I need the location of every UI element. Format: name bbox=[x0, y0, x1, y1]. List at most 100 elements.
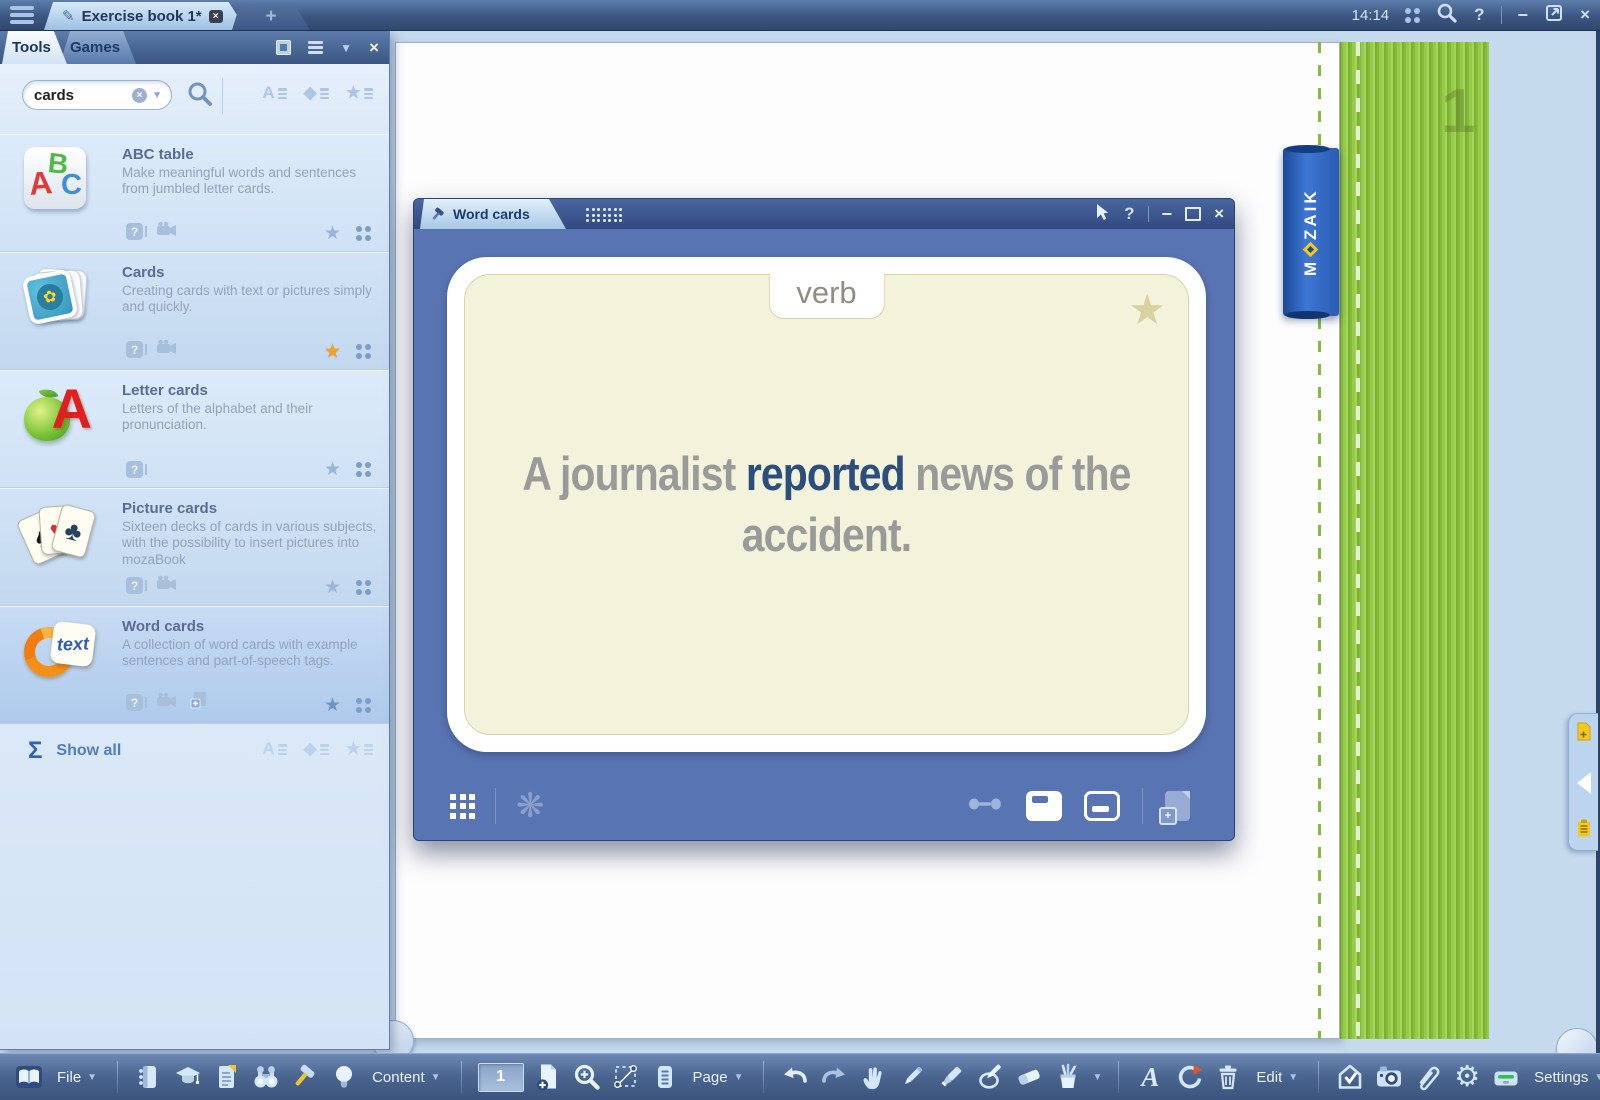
apps-grid-icon[interactable] bbox=[1405, 8, 1420, 23]
minimize-button[interactable]: − bbox=[1518, 5, 1529, 26]
item-insert-icon[interactable] bbox=[190, 691, 208, 714]
compass-tool-icon[interactable] bbox=[975, 1062, 1005, 1092]
favorite-star-icon[interactable]: ★ bbox=[324, 224, 341, 243]
graduation-cap-icon[interactable] bbox=[173, 1062, 203, 1092]
sort-by-type-icon[interactable]: ◆ bbox=[304, 84, 329, 101]
search-history-caret-icon[interactable]: ▼ bbox=[152, 90, 162, 101]
item-help-icon[interactable]: ? bbox=[126, 461, 143, 478]
media-rotate-icon[interactable] bbox=[1174, 1062, 1204, 1092]
text-tool-icon[interactable]: A bbox=[1135, 1062, 1165, 1092]
word-cards-window[interactable]: Word cards ? − × verb bbox=[413, 198, 1235, 841]
page-menu[interactable]: Page▼ bbox=[693, 1069, 744, 1086]
item-options-icon[interactable] bbox=[356, 344, 371, 359]
pointer-mode-icon[interactable] bbox=[1091, 202, 1111, 227]
hamburger-menu-icon[interactable] bbox=[6, 4, 38, 26]
item-help-icon[interactable]: ? bbox=[126, 577, 143, 594]
tag-position-top-icon[interactable] bbox=[1026, 791, 1062, 821]
add-page-icon[interactable] bbox=[533, 1062, 563, 1092]
homework-check-icon[interactable] bbox=[1335, 1062, 1365, 1092]
expand-left-arrow-icon[interactable] bbox=[1577, 772, 1591, 794]
redo-icon[interactable] bbox=[819, 1062, 849, 1092]
open-book-icon[interactable] bbox=[14, 1062, 44, 1092]
settings-gear-icon[interactable]: ⚙ bbox=[1452, 1062, 1482, 1092]
new-tab-button[interactable]: + bbox=[232, 4, 310, 30]
card-back-ornament-icon[interactable]: ❋ bbox=[516, 789, 545, 823]
search-field[interactable]: × ▼ bbox=[22, 80, 172, 110]
lesson-report-icon[interactable] bbox=[212, 1062, 242, 1092]
run-search-icon[interactable] bbox=[186, 80, 214, 113]
bookshelf-icon[interactable] bbox=[134, 1062, 164, 1092]
eraser-tool-icon[interactable] bbox=[1014, 1062, 1044, 1092]
document-tab[interactable]: ✎ Exercise book 1* × bbox=[44, 2, 247, 30]
close-panel-icon[interactable]: × bbox=[369, 38, 379, 58]
trash-icon[interactable] bbox=[1213, 1062, 1243, 1092]
page-notes-icon[interactable] bbox=[650, 1062, 680, 1092]
new-card-icon[interactable]: + bbox=[1165, 791, 1190, 821]
pen-holder-caret-icon[interactable]: ▼ bbox=[1092, 1072, 1102, 1083]
detach-panel-icon[interactable] bbox=[276, 40, 291, 55]
hand-tool-icon[interactable] bbox=[858, 1062, 888, 1092]
show-all-label[interactable]: Show all bbox=[56, 742, 121, 760]
close-app-button[interactable]: × bbox=[1580, 5, 1590, 25]
tab-tools[interactable]: Tools bbox=[2, 31, 67, 64]
search-input[interactable] bbox=[32, 86, 127, 105]
item-help-icon[interactable]: ? bbox=[126, 223, 143, 240]
window-close-button[interactable]: × bbox=[1214, 204, 1224, 224]
item-options-icon[interactable] bbox=[356, 580, 371, 595]
item-help-icon[interactable]: ? bbox=[126, 341, 143, 358]
tools-hammer-icon[interactable] bbox=[290, 1062, 320, 1092]
window-help-icon[interactable]: ? bbox=[1124, 204, 1134, 224]
list-item-abc-table[interactable]: ABC ABC table Make meaningful words and … bbox=[0, 134, 389, 252]
window-maximize-button[interactable] bbox=[1185, 207, 1201, 221]
highlighter-tool-icon[interactable] bbox=[936, 1062, 966, 1092]
add-page-icon[interactable] bbox=[1576, 722, 1592, 746]
window-titlebar[interactable]: Word cards ? − × bbox=[414, 199, 1234, 229]
list-item-word-cards[interactable]: text Word cards A collection of word car… bbox=[0, 606, 389, 724]
item-options-icon[interactable] bbox=[356, 698, 371, 713]
item-options-icon[interactable] bbox=[356, 462, 371, 477]
list-item-cards[interactable]: ✿ Cards Creating cards with text or pict… bbox=[0, 252, 389, 370]
tag-position-middle-icon[interactable] bbox=[1084, 791, 1120, 821]
clear-search-icon[interactable]: × bbox=[132, 88, 147, 103]
favorite-star-icon[interactable]: ★ bbox=[324, 696, 341, 715]
window-drag-grip[interactable] bbox=[586, 208, 622, 222]
snapshot-camera-icon[interactable] bbox=[1374, 1062, 1404, 1092]
link-cards-icon[interactable] bbox=[968, 797, 1004, 816]
favorite-star-icon[interactable]: ★ bbox=[324, 578, 341, 597]
select-area-icon[interactable] bbox=[611, 1062, 641, 1092]
sort-by-type-icon[interactable]: ◆ bbox=[304, 740, 329, 757]
window-tab[interactable]: Word cards bbox=[420, 199, 566, 229]
list-item-picture-cards[interactable]: ♠ ♥ ♣ Picture cards Sixteen decks of car… bbox=[0, 488, 389, 606]
content-menu[interactable]: Content▼ bbox=[372, 1069, 440, 1086]
favorite-star-icon[interactable]: ★ bbox=[324, 460, 341, 479]
list-item-letter-cards[interactable]: A Letter cards Letters of the alphabet a… bbox=[0, 370, 389, 488]
sort-by-favorites-icon[interactable]: ★ bbox=[346, 84, 373, 101]
lightbulb-icon[interactable] bbox=[329, 1062, 359, 1092]
edit-menu[interactable]: Edit▼ bbox=[1256, 1069, 1298, 1086]
item-video-icon[interactable] bbox=[156, 339, 177, 360]
undo-icon[interactable] bbox=[780, 1062, 810, 1092]
item-video-icon[interactable] bbox=[156, 221, 177, 242]
settings-menu[interactable]: Settings▼ bbox=[1534, 1069, 1600, 1086]
window-minimize-button[interactable]: − bbox=[1162, 204, 1173, 225]
sort-by-name-icon[interactable]: A bbox=[262, 84, 286, 101]
pen-holder-icon[interactable] bbox=[1053, 1062, 1083, 1092]
card-grid-view-icon[interactable] bbox=[450, 794, 475, 819]
show-all-row[interactable]: Σ Show all A ◆ ★ bbox=[0, 724, 389, 778]
word-card[interactable]: verb ★ A journalist reported news of the… bbox=[447, 257, 1206, 752]
pen-tool-icon[interactable] bbox=[897, 1062, 927, 1092]
favorite-star-icon[interactable]: ★ bbox=[324, 342, 341, 361]
item-options-icon[interactable] bbox=[356, 226, 371, 241]
list-view-icon[interactable] bbox=[308, 41, 323, 54]
restore-button[interactable] bbox=[1544, 3, 1564, 28]
sort-by-name-icon[interactable]: A bbox=[262, 740, 286, 757]
help-icon[interactable]: ? bbox=[1474, 5, 1484, 25]
item-video-icon[interactable] bbox=[156, 692, 177, 713]
file-menu[interactable]: File▼ bbox=[57, 1069, 97, 1086]
mozaik-ribbon-bookmark[interactable]: MZAIK bbox=[1283, 148, 1339, 316]
collapse-panel-icon[interactable]: ▼ bbox=[340, 41, 352, 55]
close-document-icon[interactable]: × bbox=[209, 10, 223, 23]
sort-by-favorites-icon[interactable]: ★ bbox=[346, 740, 373, 757]
binoculars-icon[interactable] bbox=[251, 1062, 281, 1092]
tab-games[interactable]: Games bbox=[60, 31, 136, 64]
